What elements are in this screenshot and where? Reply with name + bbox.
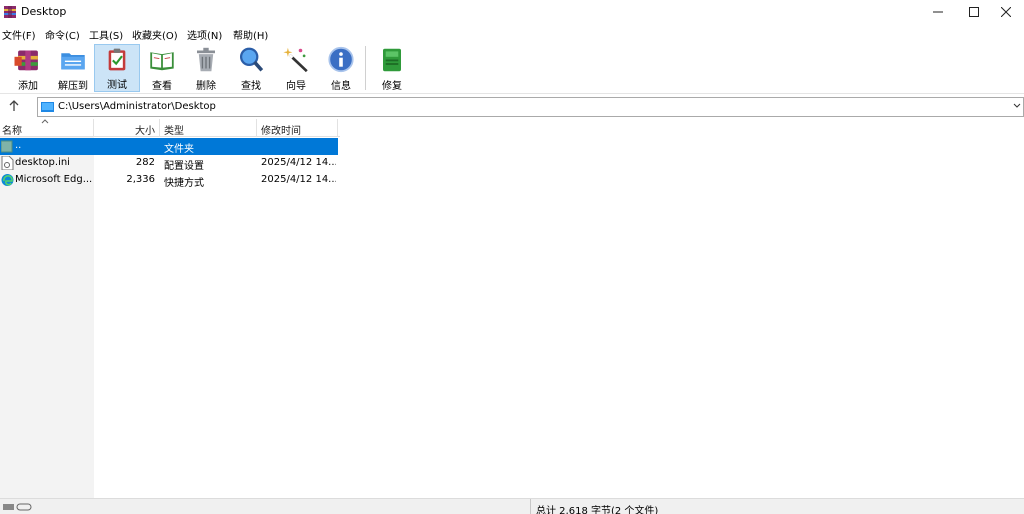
add-archive-icon: [14, 50, 38, 71]
info-icon: [328, 46, 354, 73]
minimize-button[interactable]: [920, 0, 956, 24]
info-label: 信息: [331, 81, 351, 92]
file-type: 配置设置: [164, 161, 204, 172]
column-divider[interactable]: [159, 119, 160, 137]
repair-label: 修复: [382, 81, 402, 92]
find-button[interactable]: 查找: [228, 44, 274, 92]
title-bar: Desktop: [0, 0, 1024, 24]
delete-label: 删除: [196, 81, 216, 92]
extract-to-label: 解压到: [58, 81, 88, 92]
minimize-icon: [933, 11, 943, 13]
file-modified: 2025/4/12 14...: [261, 157, 336, 168]
file-size: 2,336: [126, 174, 155, 185]
column-type-header[interactable]: 类型: [164, 122, 184, 137]
column-divider[interactable]: [337, 119, 338, 137]
add-label: 添加: [18, 81, 38, 92]
file-type: 快捷方式: [164, 178, 204, 189]
add-button[interactable]: 添加: [5, 44, 51, 92]
toolbar: 添加 解压到 测试 查看 删除 查找 向导 信息 修复: [0, 42, 1024, 94]
column-divider[interactable]: [256, 119, 257, 137]
folder-tree-panel[interactable]: [0, 137, 94, 498]
close-icon: [1001, 7, 1011, 17]
column-name-header[interactable]: 名称: [2, 122, 22, 137]
test-clipboard-icon: [108, 48, 126, 71]
edge-icon: [1, 174, 14, 186]
wizard-wand-icon: [283, 47, 308, 73]
find-label: 查找: [241, 81, 261, 92]
view-book-icon: [150, 52, 174, 71]
status-bar: 总计 2,618 字节(2 个文件): [0, 498, 1024, 514]
info-button[interactable]: 信息: [318, 44, 364, 92]
view-button[interactable]: 查看: [139, 44, 185, 92]
toolbar-separator: [365, 46, 366, 90]
up-arrow-icon: [9, 100, 19, 111]
repair-icon: [383, 48, 401, 72]
window-title: Desktop: [21, 5, 67, 18]
menu-bar: 文件(F) 命令(C) 工具(S) 收藏夹(O) 选项(N) 帮助(H): [0, 24, 1024, 42]
test-button[interactable]: 测试: [94, 44, 140, 92]
repair-button[interactable]: 修复: [369, 44, 415, 92]
address-row: C:\Users\Administrator\Desktop: [0, 95, 1024, 119]
list-header: 名称 大小 类型 修改时间: [0, 119, 340, 137]
address-bar[interactable]: C:\Users\Administrator\Desktop: [37, 97, 1024, 117]
file-name: ..: [15, 140, 22, 151]
winrar-icon: [4, 6, 16, 18]
file-type: 文件夹: [164, 144, 194, 155]
up-folder-button[interactable]: [6, 99, 22, 115]
delete-button[interactable]: 删除: [183, 44, 229, 92]
ini-file-icon: [1, 156, 14, 170]
find-magnifier-icon: [239, 47, 264, 72]
file-name: desktop.ini: [15, 157, 70, 168]
maximize-icon: [969, 7, 979, 17]
extract-to-button[interactable]: 解压到: [50, 44, 96, 92]
view-label: 查看: [152, 81, 172, 92]
maximize-button[interactable]: [956, 0, 992, 24]
menu-commands[interactable]: 命令(C): [45, 27, 80, 42]
menu-file[interactable]: 文件(F): [2, 27, 36, 42]
file-name: Microsoft Edg...: [15, 174, 93, 185]
extract-folder-icon: [61, 53, 85, 70]
menu-help[interactable]: 帮助(H): [233, 27, 268, 42]
trash-icon: [197, 47, 215, 72]
desktop-icon: [41, 102, 54, 112]
close-button[interactable]: [988, 0, 1024, 24]
column-modified-header[interactable]: 修改时间: [261, 122, 301, 137]
file-row[interactable]: Microsoft Edg... 2,336 快捷方式 2025/4/12 14…: [0, 172, 338, 189]
sort-up-icon: [41, 117, 49, 126]
status-divider: [530, 499, 531, 514]
menu-options[interactable]: 选项(N): [187, 27, 222, 42]
menu-tools[interactable]: 工具(S): [89, 27, 123, 42]
drive-status-icon[interactable]: [3, 502, 33, 512]
file-row[interactable]: desktop.ini 282 配置设置 2025/4/12 14...: [0, 155, 338, 172]
file-modified: 2025/4/12 14...: [261, 174, 336, 185]
menu-favorites[interactable]: 收藏夹(O): [132, 27, 178, 42]
chevron-down-icon[interactable]: [1013, 101, 1021, 112]
file-row[interactable]: .. 文件夹: [0, 138, 338, 155]
folder-up-icon: [1, 140, 13, 153]
wizard-button[interactable]: 向导: [273, 44, 319, 92]
column-size-header[interactable]: 大小: [135, 122, 155, 137]
wizard-label: 向导: [286, 81, 306, 92]
file-size: 282: [135, 157, 155, 168]
test-label: 测试: [107, 80, 127, 91]
status-summary: 总计 2,618 字节(2 个文件): [536, 506, 659, 514]
address-path: C:\Users\Administrator\Desktop: [58, 101, 216, 112]
column-divider[interactable]: [93, 119, 94, 137]
